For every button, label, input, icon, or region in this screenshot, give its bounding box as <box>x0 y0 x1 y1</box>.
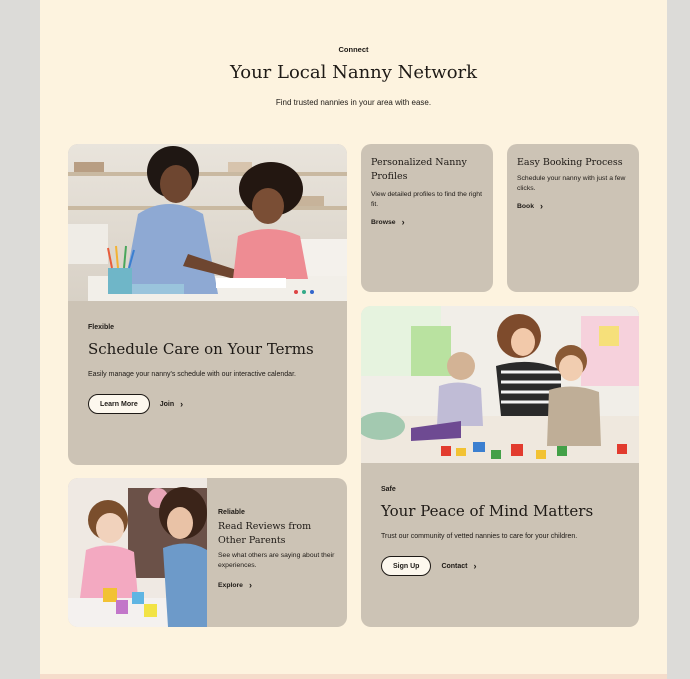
card-description: See what others are saying about their e… <box>218 552 335 569</box>
card-eyebrow: Flexible <box>88 324 115 331</box>
page-title: Your Local Nanny Network <box>229 62 478 83</box>
chevron-right-icon: › <box>401 217 405 227</box>
card-peace-of-mind: Safe Your Peace of Mind Matters Trust ou… <box>361 306 639 627</box>
browse-link[interactable]: Browse › <box>371 217 405 227</box>
link-label: Explore <box>218 581 243 589</box>
book-link[interactable]: Book › <box>517 201 543 211</box>
link-label: Browse <box>371 218 396 226</box>
card-eyebrow: Reliable <box>218 509 245 516</box>
card-title: Read Reviews from Other Parents <box>218 521 312 546</box>
card-title: Easy Booking Process <box>517 157 623 168</box>
join-link[interactable]: Join › <box>160 399 183 409</box>
learn-more-button[interactable]: Learn More <box>88 394 150 414</box>
page-subtitle: Find trusted nannies in your area with e… <box>275 98 432 107</box>
page-section: Connect Your Local Nanny Network Find tr… <box>40 0 667 679</box>
chevron-right-icon: › <box>248 580 252 590</box>
card-schedule: Flexible Schedule Care on Your Terms Eas… <box>68 144 347 465</box>
section-eyebrow: Connect <box>338 45 369 54</box>
card-title: Personalized Nanny Profiles <box>371 157 467 182</box>
sign-up-button[interactable]: Sign Up <box>381 556 432 576</box>
explore-link[interactable]: Explore › <box>218 580 252 590</box>
tutor-child-drawing-photo <box>68 144 347 301</box>
chevron-right-icon: › <box>540 201 543 211</box>
card-reviews: Reliable Read Reviews from Other Parents… <box>68 478 347 627</box>
link-label: Book <box>517 202 534 210</box>
link-label: Contact <box>441 562 468 570</box>
card-booking: Easy Booking Process Schedule your nanny… <box>507 144 639 292</box>
link-label: Join <box>159 400 175 408</box>
card-title: Your Peace of Mind Matters <box>381 502 594 520</box>
card-description: View detailed profiles to find the right… <box>371 191 482 208</box>
card-description: Schedule your nanny with just a few clic… <box>517 175 626 192</box>
nanny-toddler-cups-photo <box>68 478 207 627</box>
footer-divider <box>40 674 667 679</box>
contact-link[interactable]: Contact › <box>441 561 476 571</box>
card-description: Trust our community of vetted nannies to… <box>381 533 578 540</box>
card-title: Schedule Care on Your Terms <box>88 340 314 358</box>
card-profiles: Personalized Nanny Profiles View detaile… <box>361 144 493 292</box>
nanny-kids-blocks-photo <box>361 306 639 463</box>
chevron-right-icon: › <box>180 399 184 409</box>
chevron-right-icon: › <box>473 561 477 571</box>
card-description: Easily manage your nanny's schedule with… <box>88 371 296 378</box>
card-eyebrow: Safe <box>381 486 396 493</box>
